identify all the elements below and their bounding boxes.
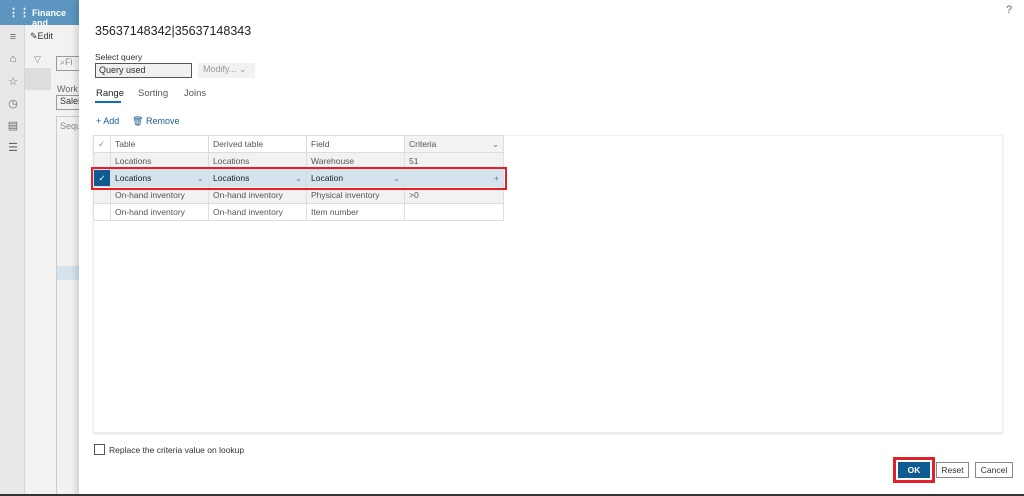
cell-table: On-hand inventory — [110, 186, 209, 204]
column-header-criteria[interactable]: Criteria ⌄ — [404, 135, 504, 153]
row-checkbox[interactable] — [93, 203, 111, 221]
cell-criteria-input[interactable]: + — [404, 169, 504, 187]
lookup-icon[interactable]: + — [494, 173, 499, 183]
active-tab-indicator — [95, 101, 121, 103]
grid-selected-row[interactable] — [57, 266, 80, 280]
modify-label: Modify... — [203, 64, 237, 74]
workspace-icon[interactable]: ▤ — [6, 119, 20, 132]
home-icon[interactable]: ⌂ — [6, 53, 20, 65]
cell-derived: Locations — [208, 152, 307, 170]
cell-table-select[interactable]: Locations ⌄ — [110, 169, 209, 187]
cell-criteria[interactable]: >0 — [404, 186, 504, 204]
cell-field-select[interactable]: Location ⌄ — [306, 169, 405, 187]
cancel-button[interactable]: Cancel — [975, 462, 1013, 478]
help-icon[interactable]: ? — [1006, 4, 1012, 16]
tab-range[interactable]: Range — [96, 88, 124, 99]
cell-table: Locations — [110, 152, 209, 170]
tab-joins[interactable]: Joins — [184, 88, 206, 99]
column-header-table[interactable]: Table — [110, 135, 209, 153]
chevron-down-icon: ⌄ — [392, 172, 400, 183]
cell-field: Item number — [306, 203, 405, 221]
range-grid: ✓ Table Derived table Field Criteria ⌄ Lo… — [90, 135, 507, 221]
trash-icon: 🗑 — [132, 116, 144, 126]
clock-icon[interactable]: ◷ — [6, 97, 20, 110]
cell-criteria[interactable] — [404, 203, 504, 221]
add-button[interactable]: + Add — [96, 116, 119, 126]
edit-button[interactable]: ✎Edit — [30, 31, 53, 42]
query-field[interactable]: Query used — [95, 63, 192, 78]
table-row[interactable]: On-hand inventory On-hand inventory Item… — [93, 203, 504, 221]
table-row[interactable]: Locations Locations Warehouse 51 — [93, 152, 504, 170]
modify-button[interactable]: Modify... ⌄ — [198, 63, 255, 78]
cell-criteria[interactable]: 51 — [404, 152, 504, 170]
edit-label: Edit — [37, 31, 54, 41]
select-query-label: Select query — [95, 52, 143, 62]
row-checkbox[interactable] — [93, 186, 111, 204]
chevron-down-icon: ⌄ — [294, 172, 302, 183]
chevron-down-icon: ⌄ — [196, 172, 204, 183]
select-all-checkbox[interactable]: ✓ — [93, 135, 111, 153]
reset-button[interactable]: Reset — [936, 462, 969, 478]
dialog-title: 35637148342|35637148343 — [95, 24, 252, 38]
nav-rail: ≡ ⌂ ☆ ◷ ▤ ☰ — [0, 25, 25, 496]
work-select[interactable]: Sales — [56, 95, 83, 110]
menu-icon[interactable]: ≡ — [6, 31, 20, 43]
sequence-grid: Sequ — [56, 116, 81, 496]
ok-button[interactable]: OK — [898, 462, 930, 478]
row-checkbox-checked[interactable]: ✓ — [93, 169, 111, 187]
table-row[interactable]: On-hand inventory On-hand inventory Phys… — [93, 186, 504, 204]
remove-button[interactable]: 🗑 Remove — [132, 116, 179, 127]
star-icon[interactable]: ☆ — [6, 75, 20, 88]
chevron-down-icon: ⌄ — [491, 138, 499, 149]
cell-derived-select[interactable]: Locations ⌄ — [208, 169, 307, 187]
cell-field: Physical inventory — [306, 186, 405, 204]
row-checkbox[interactable] — [93, 152, 111, 170]
cell-table: On-hand inventory — [110, 203, 209, 221]
cell-field: Warehouse — [306, 152, 405, 170]
filter-input[interactable]: ⌕Fi — [56, 56, 80, 71]
replace-criteria-checkbox[interactable] — [94, 444, 105, 455]
app-launcher-icon[interactable]: ⋮⋮ — [8, 6, 30, 19]
column-header-derived[interactable]: Derived table — [208, 135, 307, 153]
work-label: Work — [57, 84, 78, 94]
table-row-selected[interactable]: ✓ Locations ⌄ Locations ⌄ Location ⌄ + — [90, 166, 507, 190]
cell-derived: On-hand inventory — [208, 203, 307, 221]
app-title: Finance and — [32, 8, 67, 28]
app-header: ⋮⋮ Finance and — [0, 0, 80, 28]
cell-derived: On-hand inventory — [208, 186, 307, 204]
replace-criteria-label: Replace the criteria value on lookup — [109, 445, 245, 455]
filter-icon[interactable]: ▽ — [34, 54, 41, 65]
list-toggle[interactable] — [25, 68, 51, 90]
list-icon[interactable]: ☰ — [6, 141, 20, 154]
plus-icon: + — [96, 116, 102, 126]
column-header-field[interactable]: Field — [306, 135, 405, 153]
tab-sorting[interactable]: Sorting — [138, 88, 168, 99]
